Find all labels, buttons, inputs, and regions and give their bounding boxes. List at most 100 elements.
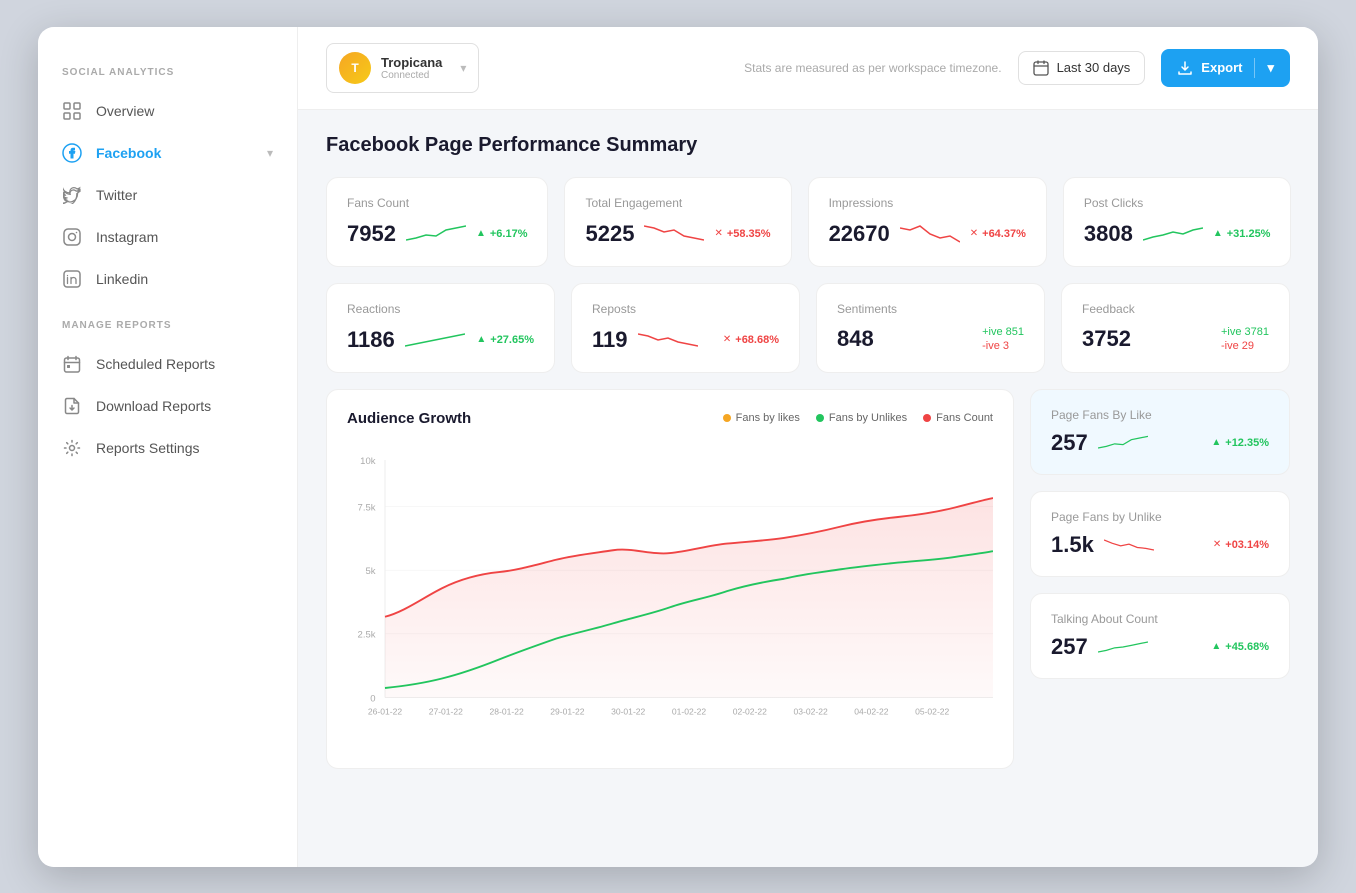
svg-text:03-02-22: 03-02-22: [793, 706, 827, 716]
fans-unlike-down-icon: ✕: [1213, 539, 1221, 550]
legend-fans-count: Fans Count: [923, 412, 993, 424]
date-range-button[interactable]: Last 30 days: [1018, 51, 1146, 85]
stat-card-sentiments: Sentiments 848 +ive 851 -ive 3: [816, 283, 1045, 373]
sidebar-item-twitter[interactable]: Twitter: [38, 174, 297, 216]
brand-selector[interactable]: T Tropicana Connected ▾: [326, 43, 479, 93]
impressions-row: 22670 ✕ +64.37%: [829, 220, 1026, 248]
reactions-trend-value: +27.65%: [490, 334, 534, 346]
stat-card-reposts: Reposts 119 ✕ +68.68%: [571, 283, 800, 373]
sentiments-extra: +ive 851 -ive 3: [982, 326, 1024, 352]
export-divider: [1254, 58, 1255, 78]
legend-count-label: Fans Count: [936, 412, 993, 424]
fans-like-row: 257 ▲ +12.35%: [1051, 430, 1269, 456]
trend-up-icon3: ▲: [476, 334, 486, 345]
sidebar-item-overview[interactable]: Overview: [38, 90, 297, 132]
sidebar-item-linkedin[interactable]: Linkedin: [38, 258, 297, 300]
brand-info: Tropicana Connected: [381, 55, 442, 81]
sidebar-item-facebook[interactable]: Facebook ▾: [38, 132, 297, 174]
stat-card-post-clicks: Post Clicks 3808 ▲ +31.25%: [1063, 177, 1292, 267]
stat-card-total-engagement: Total Engagement 5225 ✕ +58.35%: [564, 177, 791, 267]
sidebar-facebook-label: Facebook: [96, 145, 161, 161]
talking-about-trend: ▲ +45.68%: [1211, 641, 1269, 653]
chart-header: Audience Growth Fans by likes Fans by Un…: [347, 410, 993, 427]
sidebar-item-instagram[interactable]: Instagram: [38, 216, 297, 258]
reposts-value: 119: [592, 327, 628, 353]
audience-growth-chart: 0 2.5k 5k 7.5k 10k: [347, 443, 993, 743]
calendar-icon: [62, 354, 82, 374]
feedback-row: 3752 +ive 3781 -ive 29: [1082, 326, 1269, 352]
stat-card-fans-count: Fans Count 7952 ▲ +6.17%: [326, 177, 548, 267]
chart-legend: Fans by likes Fans by Unlikes Fans Count: [723, 412, 993, 424]
right-stat-fans-like: Page Fans By Like 257 ▲ +12.35%: [1030, 389, 1290, 475]
legend-fans-unlikes: Fans by Unlikes: [816, 412, 907, 424]
post-clicks-trend: ▲ +31.25%: [1213, 228, 1271, 240]
facebook-chevron-icon: ▾: [267, 146, 273, 160]
post-clicks-chart: [1143, 220, 1203, 248]
fans-unlike-value: 1.5k: [1051, 532, 1094, 558]
talking-about-value: 257: [1051, 634, 1088, 660]
stat-card-reactions: Reactions 1186 ▲ +27.65%: [326, 283, 555, 373]
reactions-label: Reactions: [347, 302, 534, 316]
fans-count-trend: ▲ +6.17%: [476, 228, 528, 240]
fans-like-trend: ▲ +12.35%: [1211, 437, 1269, 449]
header: T Tropicana Connected ▾ Stats are measur…: [298, 27, 1318, 110]
svg-text:04-02-22: 04-02-22: [854, 706, 888, 716]
linkedin-icon: [62, 269, 82, 289]
post-clicks-trend-value: +31.25%: [1227, 228, 1271, 240]
legend-dot-unlikes: [816, 414, 824, 422]
audience-growth-card: Audience Growth Fans by likes Fans by Un…: [326, 389, 1014, 769]
sidebar-item-reports-settings[interactable]: Reports Settings: [38, 427, 297, 469]
sentiments-value: 848: [837, 326, 874, 352]
bottom-section: Audience Growth Fans by likes Fans by Un…: [326, 389, 1290, 769]
sentiments-row: 848 +ive 851 -ive 3: [837, 326, 1024, 352]
fans-like-up-icon: ▲: [1211, 437, 1221, 448]
talking-about-chart: [1098, 635, 1148, 659]
impressions-chart: [900, 220, 960, 248]
engagement-trend-value: +58.35%: [727, 228, 771, 240]
sentiments-label: Sentiments: [837, 302, 1024, 316]
fans-like-value: 257: [1051, 430, 1088, 456]
impressions-trend-value: +64.37%: [982, 228, 1026, 240]
svg-text:0: 0: [370, 693, 375, 704]
legend-likes-label: Fans by likes: [736, 412, 800, 424]
svg-text:30-01-22: 30-01-22: [611, 706, 645, 716]
engagement-row: 5225 ✕ +58.35%: [585, 220, 770, 248]
download-reports-label: Download Reports: [96, 398, 211, 414]
reports-section-label: MANAGE REPORTS: [38, 320, 297, 331]
svg-text:7.5k: 7.5k: [358, 502, 376, 513]
fans-like-chart: [1098, 431, 1148, 455]
fans-like-trend-value: +12.35%: [1225, 437, 1269, 449]
reposts-row: 119 ✕ +68.68%: [592, 326, 779, 354]
svg-text:26-01-22: 26-01-22: [368, 706, 402, 716]
engagement-trend: ✕ +58.35%: [714, 228, 770, 240]
chart-title: Audience Growth: [347, 410, 471, 427]
talking-about-row: 257 ▲ +45.68%: [1051, 634, 1269, 660]
fans-like-label: Page Fans By Like: [1051, 408, 1269, 422]
export-icon: [1177, 60, 1193, 76]
export-button[interactable]: Export ▾: [1161, 49, 1290, 87]
reposts-trend: ✕ +68.68%: [723, 334, 779, 346]
talking-about-up-icon: ▲: [1211, 641, 1221, 652]
fans-count-trend-value: +6.17%: [490, 228, 528, 240]
post-clicks-row: 3808 ▲ +31.25%: [1084, 220, 1271, 248]
sentiments-neg: -ive 3: [982, 340, 1024, 352]
reactions-row: 1186 ▲ +27.65%: [347, 326, 534, 354]
reposts-trend-value: +68.68%: [735, 334, 779, 346]
instagram-icon: [62, 227, 82, 247]
sentiments-pos: +ive 851: [982, 326, 1024, 338]
feedback-pos: +ive 3781: [1221, 326, 1269, 338]
brand-name: Tropicana: [381, 55, 442, 70]
sidebar-twitter-label: Twitter: [96, 187, 137, 203]
trend-down-icon2: ✕: [970, 228, 978, 239]
right-stat-fans-unlike: Page Fans by Unlike 1.5k ✕ +03.14%: [1030, 491, 1290, 577]
calendar-icon: [1033, 60, 1049, 76]
svg-text:28-01-22: 28-01-22: [489, 706, 523, 716]
scheduled-reports-label: Scheduled Reports: [96, 356, 215, 372]
feedback-neg: -ive 29: [1221, 340, 1269, 352]
sidebar-item-download-reports[interactable]: Download Reports: [38, 385, 297, 427]
svg-text:02-02-22: 02-02-22: [733, 706, 767, 716]
fans-count-label: Fans Count: [347, 196, 527, 210]
svg-text:01-02-22: 01-02-22: [672, 706, 706, 716]
brand-status: Connected: [381, 70, 442, 81]
sidebar-item-scheduled-reports[interactable]: Scheduled Reports: [38, 343, 297, 385]
